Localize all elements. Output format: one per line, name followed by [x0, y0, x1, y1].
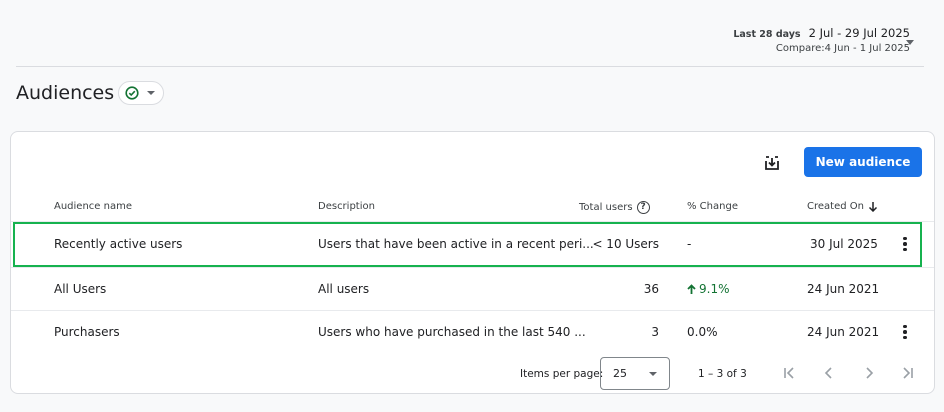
column-header-description[interactable]: Description — [318, 201, 375, 212]
divider — [16, 66, 924, 67]
chevron-down-icon — [649, 372, 657, 376]
items-per-page-label: Items per page: — [520, 368, 604, 380]
download-button[interactable] — [761, 152, 783, 174]
audience-name[interactable]: Purchasers — [54, 310, 120, 354]
date-range-dates: 2 Jul - 29 Jul 2025 — [808, 26, 910, 40]
check-circle-icon — [125, 86, 139, 100]
date-range-label: Last 28 days — [733, 29, 801, 40]
date-range-dropdown-icon[interactable] — [906, 40, 914, 45]
new-audience-button[interactable]: New audience — [804, 147, 922, 177]
audience-description: Users who have purchased in the last 540… — [318, 325, 586, 339]
created-on: 24 Jun 2021 — [807, 325, 880, 339]
row-highlight — [13, 222, 922, 267]
column-header-change[interactable]: % Change — [687, 201, 738, 212]
pagination-range: 1 – 3 of 3 — [698, 368, 747, 380]
next-page-icon[interactable] — [860, 364, 878, 382]
first-page-icon[interactable] — [780, 364, 798, 382]
audiences-table-card: New audience Audience name Description T… — [10, 131, 935, 394]
arrow-up-icon — [687, 283, 696, 294]
help-icon[interactable]: ? — [636, 201, 650, 214]
date-range-picker[interactable]: Last 28 days 2 Jul - 29 Jul 2025 Compare… — [733, 26, 910, 54]
table-row[interactable]: Purchasers Users who have purchased in t… — [11, 310, 934, 354]
status-chip[interactable] — [118, 81, 165, 105]
percent-change: 0.0% — [687, 325, 718, 339]
items-per-page-select[interactable]: 25 — [600, 357, 670, 390]
column-header-total-users[interactable]: Total users ? — [579, 201, 650, 214]
column-header-created-on[interactable]: Created On — [807, 201, 878, 212]
sort-descending-icon — [868, 202, 877, 212]
percent-change: 9.1% — [687, 267, 730, 311]
total-users: 36 — [643, 282, 659, 296]
chevron-down-icon — [147, 91, 156, 95]
column-header-audience-name[interactable]: Audience name — [54, 201, 132, 212]
compare-range: Compare:4 Jun - 1 Jul 2025 — [775, 43, 910, 54]
table-row[interactable]: All Users All users 36 9.1% 24 Jun 2021 — [11, 267, 934, 311]
created-on: 24 Jun 2021 — [807, 282, 880, 296]
page-title: Audiences — [16, 82, 115, 104]
total-users: 3 — [651, 325, 659, 339]
audience-name[interactable]: All Users — [54, 267, 106, 311]
download-icon — [765, 156, 779, 170]
previous-page-icon[interactable] — [820, 364, 838, 382]
page-header: Audiences — [16, 81, 165, 105]
last-page-icon[interactable] — [899, 364, 917, 382]
audience-description: All users — [318, 282, 370, 296]
more-vert-icon[interactable] — [899, 310, 911, 354]
